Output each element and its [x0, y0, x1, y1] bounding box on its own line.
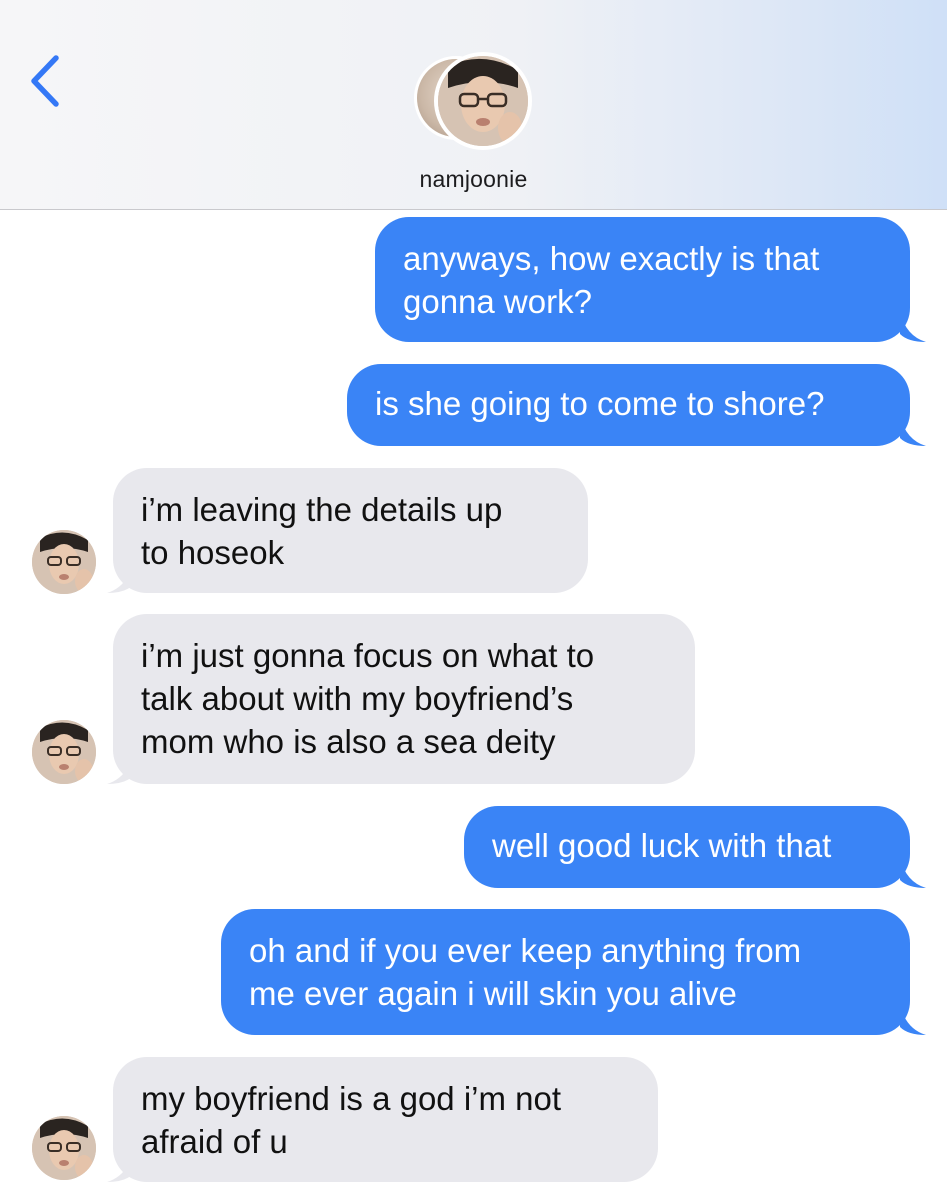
contact-avatar-group[interactable] — [414, 52, 534, 150]
contact-name[interactable]: namjoonie — [0, 166, 947, 193]
conversation-header: namjoonie — [0, 0, 947, 210]
incoming-message[interactable]: i’m leaving the details up to hoseok — [113, 468, 588, 593]
outgoing-message[interactable]: anyways, how exactly is that gonna work? — [375, 217, 910, 342]
bubble-tail — [900, 1005, 926, 1035]
sender-avatar[interactable] — [32, 1116, 96, 1180]
chevron-left-icon — [31, 55, 59, 107]
outgoing-message[interactable]: oh and if you ever keep anything from me… — [221, 909, 910, 1035]
avatar-photo — [32, 720, 96, 784]
bubble-tail — [107, 754, 133, 784]
avatar-photo — [32, 1116, 96, 1180]
bubble-tail — [107, 563, 133, 593]
avatar-photo — [438, 56, 528, 146]
outgoing-message[interactable]: is she going to come to shore? — [347, 364, 910, 446]
back-button[interactable] — [22, 50, 72, 112]
incoming-message[interactable]: my boyfriend is a god i’m not afraid of … — [113, 1057, 658, 1182]
bubble-tail — [900, 858, 926, 888]
sender-avatar[interactable] — [32, 530, 96, 594]
bubble-tail — [900, 312, 926, 342]
bubble-tail — [107, 1152, 133, 1182]
outgoing-message[interactable]: well good luck with that — [464, 806, 910, 888]
incoming-message[interactable]: i’m just gonna focus on what to talk abo… — [113, 614, 695, 784]
avatar-photo — [32, 530, 96, 594]
bubble-tail — [900, 416, 926, 446]
contact-avatar — [434, 52, 532, 150]
sender-avatar[interactable] — [32, 720, 96, 784]
